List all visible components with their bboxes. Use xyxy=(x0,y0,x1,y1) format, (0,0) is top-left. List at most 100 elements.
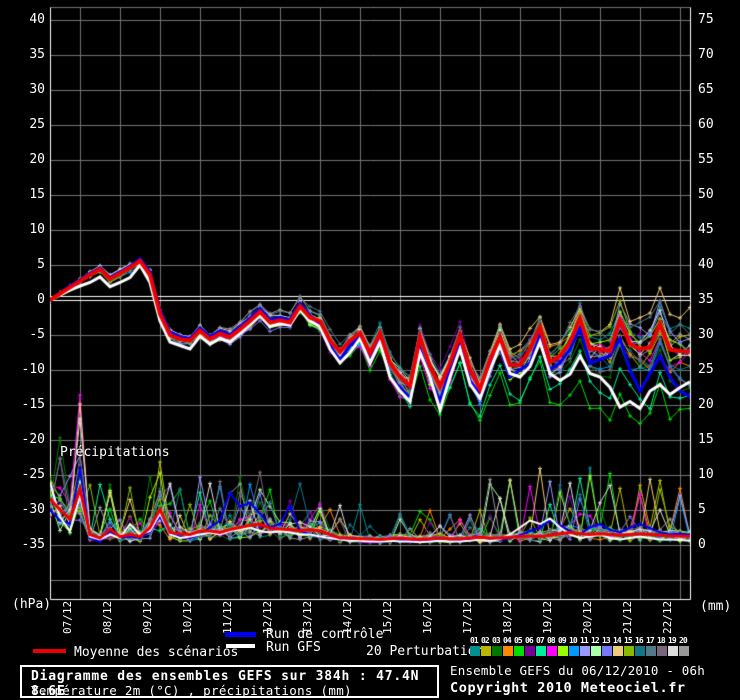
right-axis-unit-label: (mm) xyxy=(700,599,731,614)
temp-axis-tick-label: 5 xyxy=(0,258,45,271)
mean-scenarios-swatch xyxy=(33,649,66,653)
member-color-swatch xyxy=(536,646,546,656)
temp-axis-tick-label: -5 xyxy=(0,328,45,341)
gfs-run-label: Run GFS xyxy=(266,640,321,655)
diagram-subtitle: Température 2m (°C) , précipitations (mm… xyxy=(31,683,352,698)
precipitations-label: Précipitations xyxy=(60,445,170,460)
member-color-swatch xyxy=(569,646,579,656)
temp-axis-tick-label: -35 xyxy=(0,538,45,551)
perturbation-member-05: 05 xyxy=(514,636,525,656)
temp-axis-tick-label: 35 xyxy=(0,48,45,61)
precip-axis-tick-label: 25 xyxy=(698,363,738,376)
member-number: 18 xyxy=(657,636,665,645)
member-color-swatch xyxy=(635,646,645,656)
temp-axis-tick-label: 20 xyxy=(0,153,45,166)
temp-axis-tick-label: -30 xyxy=(0,503,45,516)
perturbation-member-17: 17 xyxy=(646,636,657,656)
perturbation-member-10: 10 xyxy=(569,636,580,656)
member-color-swatch xyxy=(503,646,513,656)
member-number: 13 xyxy=(602,636,610,645)
temp-axis-tick-label: 0 xyxy=(0,293,45,306)
member-number: 09 xyxy=(558,636,566,645)
left-axis-unit-label: (hPa) xyxy=(12,597,51,612)
x-axis-date-label: 22/12 xyxy=(662,598,674,634)
x-axis-date-label: 20/12 xyxy=(582,598,594,634)
member-number: 12 xyxy=(591,636,599,645)
member-number: 11 xyxy=(580,636,588,645)
member-number: 19 xyxy=(668,636,676,645)
precip-axis-tick-label: 15 xyxy=(698,433,738,446)
member-color-swatch xyxy=(558,646,568,656)
x-axis-date-label: 18/12 xyxy=(502,598,514,634)
perturbation-member-02: 02 xyxy=(481,636,492,656)
member-color-swatch xyxy=(525,646,535,656)
member-number: 17 xyxy=(646,636,654,645)
perturbation-member-03: 03 xyxy=(492,636,503,656)
precip-axis-tick-label: 55 xyxy=(698,153,738,166)
x-axis-date-label: 16/12 xyxy=(422,598,434,634)
gefs-ensemble-diagram: 4035302520151050-5-10-15-20-25-30-357570… xyxy=(0,0,740,700)
member-number: 04 xyxy=(503,636,511,645)
member-color-swatch xyxy=(602,646,612,656)
perturbation-member-14: 14 xyxy=(613,636,624,656)
perturbation-members-legend: 0102030405060708091011121314151617181920 xyxy=(470,636,690,656)
member-number: 20 xyxy=(679,636,687,645)
member-number: 16 xyxy=(635,636,643,645)
precip-axis-tick-label: 70 xyxy=(698,48,738,61)
member-number: 10 xyxy=(569,636,577,645)
member-number: 05 xyxy=(514,636,522,645)
member-number: 07 xyxy=(536,636,544,645)
member-number: 15 xyxy=(624,636,632,645)
member-color-swatch xyxy=(679,646,689,656)
member-number: 06 xyxy=(525,636,533,645)
precip-axis-tick-label: 0 xyxy=(698,538,738,551)
perturbation-member-11: 11 xyxy=(580,636,591,656)
precip-axis-tick-label: 60 xyxy=(698,118,738,131)
precip-axis-tick-label: 20 xyxy=(698,398,738,411)
precip-axis-tick-label: 75 xyxy=(698,13,738,26)
member-number: 08 xyxy=(547,636,555,645)
temp-axis-tick-label: 15 xyxy=(0,188,45,201)
member-color-swatch xyxy=(646,646,656,656)
x-axis-date-label: 17/12 xyxy=(462,598,474,634)
member-number: 01 xyxy=(470,636,478,645)
member-color-swatch xyxy=(547,646,557,656)
footer-title-box: Diagramme des ensembles GEFS sur 384h : … xyxy=(20,665,439,698)
member-number: 14 xyxy=(613,636,621,645)
temp-axis-tick-label: 40 xyxy=(0,13,45,26)
control-run-swatch xyxy=(225,632,256,637)
temp-axis-tick-label: -15 xyxy=(0,398,45,411)
member-color-swatch xyxy=(613,646,623,656)
precip-axis-tick-label: 5 xyxy=(698,503,738,516)
perturbation-member-15: 15 xyxy=(624,636,635,656)
perturbation-member-09: 09 xyxy=(558,636,569,656)
temp-axis-tick-label: -10 xyxy=(0,363,45,376)
x-axis-date-label: 07/12 xyxy=(62,598,74,634)
perturbation-member-01: 01 xyxy=(470,636,481,656)
precip-axis-tick-label: 35 xyxy=(698,293,738,306)
member-number: 02 xyxy=(481,636,489,645)
x-axis-date-label: 19/12 xyxy=(542,598,554,634)
perturbation-member-07: 07 xyxy=(536,636,547,656)
perturbation-member-16: 16 xyxy=(635,636,646,656)
precip-axis-tick-label: 10 xyxy=(698,468,738,481)
member-color-swatch xyxy=(624,646,634,656)
x-axis-date-label: 15/12 xyxy=(382,598,394,634)
perturbation-member-04: 04 xyxy=(503,636,514,656)
precip-axis-tick-label: 50 xyxy=(698,188,738,201)
x-axis-date-label: 21/12 xyxy=(622,598,634,634)
mean-scenarios-label: Moyenne des scénarios xyxy=(74,645,238,660)
perturbation-member-13: 13 xyxy=(602,636,613,656)
member-number: 03 xyxy=(492,636,500,645)
precip-axis-tick-label: 40 xyxy=(698,258,738,271)
member-color-swatch xyxy=(591,646,601,656)
member-color-swatch xyxy=(657,646,667,656)
x-axis-date-label: 09/12 xyxy=(142,598,154,634)
temp-axis-tick-label: -20 xyxy=(0,433,45,446)
temp-axis-tick-label: 30 xyxy=(0,83,45,96)
copyright: Copyright 2010 Meteociel.fr xyxy=(450,680,686,696)
perturbation-member-12: 12 xyxy=(591,636,602,656)
x-axis-date-label: 10/12 xyxy=(182,598,194,634)
ensemble-chart-canvas xyxy=(0,0,740,700)
member-color-swatch xyxy=(668,646,678,656)
